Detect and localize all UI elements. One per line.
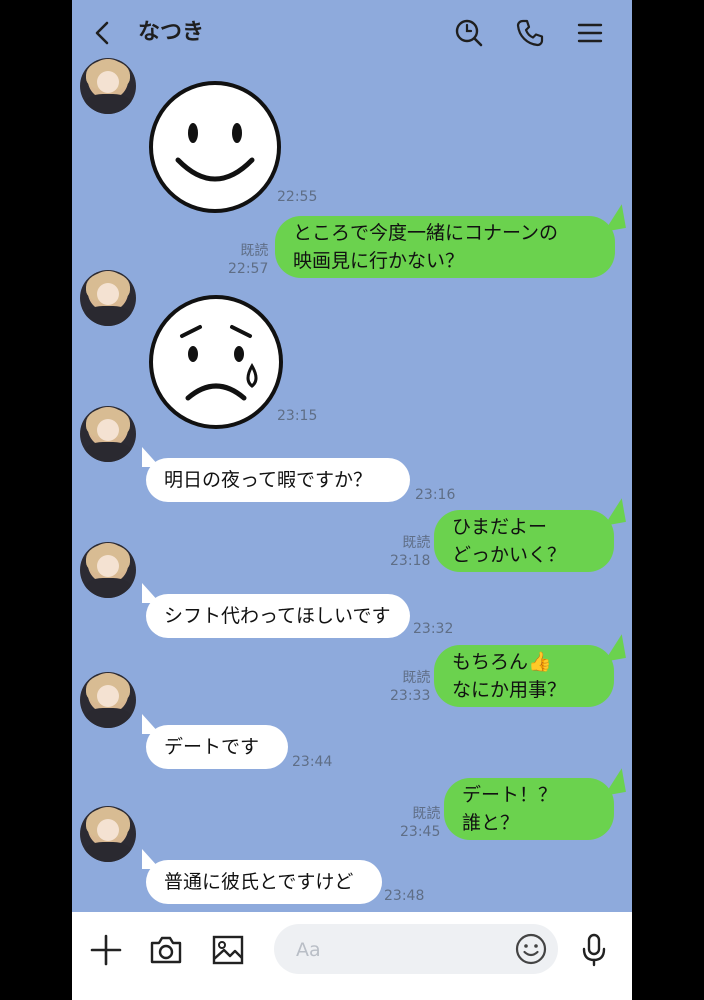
chat-title: なつき [138, 20, 205, 45]
message-time: 23:32 [413, 621, 454, 637]
image-icon[interactable] [210, 932, 246, 968]
message-meta: 既読 23:45 [400, 805, 440, 841]
message-line: 普通に彼氏とですけど [164, 871, 354, 893]
message-input-bar [72, 912, 632, 1000]
message-line: なにか用事？ [452, 679, 567, 701]
back-chevron-icon[interactable] [88, 18, 118, 48]
message-meta: 既読 23:33 [390, 669, 430, 705]
read-receipt: 既読 [402, 535, 431, 551]
menu-icon[interactable] [575, 18, 605, 48]
smiling-face-sticker [148, 80, 282, 214]
message-time: 23:16 [415, 487, 456, 503]
microphone-icon[interactable] [576, 932, 612, 968]
message-time: 23:45 [400, 824, 441, 840]
message-time: 22:57 [228, 261, 269, 277]
message-time: 23:15 [277, 408, 318, 424]
message-line: シフト代わってほしいです [164, 605, 391, 627]
message-line: どっかいく？ [452, 544, 567, 566]
message-line: デートです [164, 736, 260, 758]
read-receipt: 既読 [402, 670, 431, 686]
emoji-icon[interactable] [514, 932, 548, 966]
plus-icon[interactable] [88, 932, 124, 968]
avatar[interactable] [80, 270, 136, 326]
message-time: 23:44 [292, 754, 333, 770]
message-line: 明日の夜って暇ですか？ [164, 469, 373, 491]
message-meta: 既読 22:57 [228, 242, 268, 278]
outgoing-message-bubble[interactable]: デート！？ 誰と？ [444, 778, 614, 840]
outgoing-message-bubble[interactable]: ところで今度一緒にコナーンの 映画見に行かない？ [275, 216, 615, 278]
message-line: ところで今度一緒にコナーンの [293, 222, 559, 244]
message-time: 23:48 [384, 888, 425, 904]
message-box [274, 924, 558, 974]
avatar[interactable] [80, 672, 136, 728]
avatar[interactable] [80, 806, 136, 862]
outgoing-message-bubble[interactable]: もちろん👍 なにか用事？ [434, 645, 614, 707]
incoming-message-bubble[interactable]: 普通に彼氏とですけど [146, 860, 382, 904]
message-line: デート！？ [462, 784, 558, 806]
read-receipt: 既読 [412, 806, 441, 822]
incoming-message-bubble[interactable]: シフト代わってほしいです [146, 594, 410, 638]
search-icon[interactable] [454, 18, 484, 48]
message-line: 誰と？ [462, 812, 520, 834]
avatar[interactable] [80, 58, 136, 114]
message-time: 23:33 [390, 688, 431, 704]
chat-screen: なつき 22:55 ところで今度一緒にコナーンの 映画見に行かない？ 既読 22… [72, 0, 632, 1000]
incoming-message-bubble[interactable]: デートです [146, 725, 288, 769]
message-line: 映画見に行かない？ [293, 250, 465, 272]
camera-icon[interactable] [148, 932, 184, 968]
crying-face-sticker [148, 294, 284, 430]
message-time: 23:18 [390, 553, 431, 569]
phone-icon[interactable] [515, 18, 545, 48]
avatar[interactable] [80, 406, 136, 462]
read-receipt: 既読 [240, 243, 269, 259]
message-meta: 既読 23:18 [390, 534, 430, 570]
message-time: 22:55 [277, 189, 318, 205]
incoming-message-bubble[interactable]: 明日の夜って暇ですか？ [146, 458, 410, 502]
chat-header: なつき [72, 0, 632, 64]
message-input[interactable] [294, 934, 508, 966]
message-line: もちろん👍 [452, 651, 552, 673]
avatar[interactable] [80, 542, 136, 598]
outgoing-message-bubble[interactable]: ひまだよー どっかいく？ [434, 510, 614, 572]
message-line: ひまだよー [452, 516, 548, 538]
